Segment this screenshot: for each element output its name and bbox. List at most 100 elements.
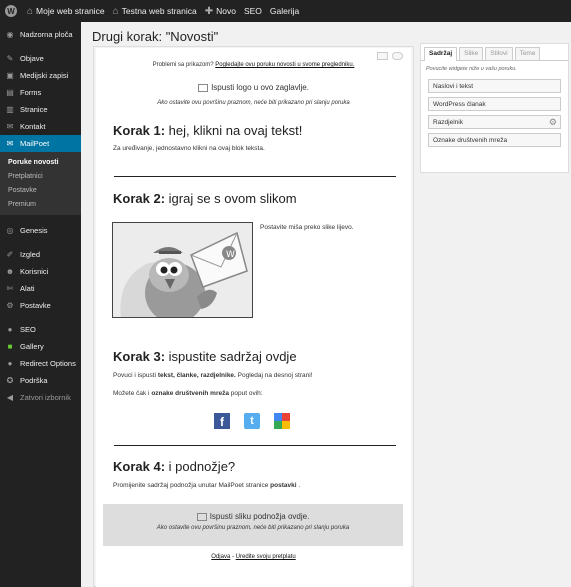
step3-body-bold: tekst, članke, razdjelnike. [157,372,236,379]
settings-icon: ⚙ [6,301,14,310]
unsubscribe-link[interactable]: Odjava [211,554,230,560]
svg-text:W: W [226,250,235,260]
header-problem-text: Problemi sa prikazom? [152,62,214,68]
submenu-subscribers[interactable]: Pretplatnici [0,169,81,183]
sidebar-item-genesis[interactable]: ◎ Genesis [0,222,81,239]
sidebar-item-label: Medijski zapisi [20,71,69,80]
tab-themes[interactable]: Teme [514,47,541,60]
manage-subscription-link[interactable]: Uredite svoju pretplatu [236,554,296,560]
support-icon: ✪ [6,376,14,385]
adminbar-my-sites[interactable]: ⌂ Moje web stranice [27,6,105,17]
tab-content[interactable]: Sadržaj [424,47,458,61]
sidebar-item-appearance[interactable]: ✐ Izgled [0,246,81,263]
adminbar-site[interactable]: ⌂ Testna web stranica [113,6,197,17]
image-icon [196,512,207,521]
submenu-settings[interactable]: Postavke [0,183,81,197]
step4-body-bold: postavki [270,482,297,489]
divider[interactable] [114,445,396,446]
sidebar-item-label: Genesis [20,226,48,235]
editor-toolbar [377,52,403,60]
adminbar-label: Novo [216,6,236,16]
plus-icon: ✚ [204,5,214,17]
widget-social-bookmarks[interactable]: Oznake društvenih mreža [428,133,561,147]
tab-images[interactable]: Slike [459,47,484,60]
step2-heading[interactable]: Korak 2: igraj se s ovom slikom [113,191,297,206]
pages-icon: ▥ [6,105,14,114]
adminbar-label: Testna web stranica [121,6,197,16]
view-in-browser-link[interactable]: Pogledajte ovu poruku novosti u svome pr… [215,62,354,68]
dashboard-icon: ◉ [6,30,14,39]
footer-drop-zone[interactable]: Ispusti sliku podnožja ovdje. Ako ostavi… [103,504,403,546]
twitter-icon[interactable]: t [244,413,260,429]
seo-icon: ● [7,325,13,334]
divider[interactable] [114,176,396,177]
sidebar-item-redirect[interactable]: ● Redirect Options [0,355,81,372]
step4-body[interactable]: Promijenite sadržaj podnožja unutar Mail… [113,482,300,489]
widget-divider[interactable]: Razdjelnik ⚙ [428,115,561,129]
sidebar-item-users[interactable]: ☻ Korisnici [0,263,81,280]
step3-number: Korak 3: [113,349,166,364]
widget-label: Naslovi i tekst [433,82,474,90]
widget-titles-text[interactable]: Naslovi i tekst [428,79,561,93]
adminbar-label: Moje web stranice [36,6,105,16]
widget-wordpress-post[interactable]: WordPress članak [428,97,561,111]
step3-body[interactable]: Povuci i ispusti tekst, članke, razdjeln… [113,372,312,379]
gallery-icon: ■ [7,342,13,351]
step4-body-post: . [298,482,301,489]
image-toggle-icon[interactable] [377,52,388,60]
sidebar-item-pages[interactable]: ▥ Stranice [0,101,81,118]
adminbar-gallery[interactable]: Galerija [270,6,299,16]
submenu-premium[interactable]: Premium [0,197,81,211]
adminbar-new[interactable]: ✚ Novo [205,6,236,17]
facebook-icon[interactable]: f [214,413,230,429]
step4-heading[interactable]: Korak 4: i podnožje? [113,459,235,474]
wordpress-logo-icon[interactable]: W [5,5,17,17]
footer-drop-label: Ispusti sliku podnožja ovdje. [209,512,310,521]
gear-icon[interactable]: ⚙ [549,117,557,128]
sidebar-item-contact[interactable]: ✉ Kontakt [0,118,81,135]
logo-drop-zone[interactable]: Ispusti logo u ovo zaglavlje. [96,83,411,92]
sidebar-item-label: Objave [20,54,44,63]
genesis-icon: ◎ [6,226,14,235]
step3-social-pre: Možete čak i [113,390,150,397]
home-icon: ⌂ [27,5,34,17]
sidebar-item-seo[interactable]: ● SEO [0,321,81,338]
users-icon: ☻ [5,267,15,276]
step1-heading[interactable]: Korak 1: hej, klikni na ovaj tekst! [113,123,302,138]
sidebar-item-gallery[interactable]: ■ Gallery [0,338,81,355]
sidebar-item-settings[interactable]: ⚙ Postavke [0,297,81,314]
adminbar-seo[interactable]: SEO [244,6,262,16]
sidebar-item-label: Nadzorna ploča [20,30,73,39]
sidebar-item-mailpoet[interactable]: ✉ MailPoet [0,135,81,152]
step2-body[interactable]: Postavite miša preko slike lijevo. [260,224,354,231]
step1-number: Korak 1: [113,123,166,138]
adminbar-label: SEO [243,6,262,16]
step3-heading[interactable]: Korak 3: ispustite sadržaj ovdje [113,349,297,364]
google-icon[interactable] [274,413,290,429]
sidebar-item-tools[interactable]: ✄ Alati [0,280,81,297]
sidebar-item-dashboard[interactable]: ◉ Nadzorna ploča [0,26,81,43]
panel-tabs: Sadržaj Slike Stilovi Teme [421,44,568,61]
step1-body[interactable]: Za uređivanje, jednostavno klikni na ova… [113,145,265,152]
admin-bar: W ⌂ Moje web stranice ⌂ Testna web stran… [0,0,571,22]
step4-number: Korak 4: [113,459,166,474]
mailpoet-submenu: Poruke novosti Pretplatnici Postavke Pre… [0,152,81,215]
sidebar-item-posts[interactable]: ✎ Objave [0,50,81,67]
sidebar-item-media[interactable]: ▣ Medijski zapisi [0,67,81,84]
sidebar-item-support[interactable]: ✪ Podrška [0,372,81,389]
sidebar-item-forms[interactable]: ▤ Forms [0,84,81,101]
toggle-icon[interactable] [392,52,403,60]
admin-sidebar: ◉ Nadzorna ploča ✎ Objave ▣ Medijski zap… [0,22,81,587]
submenu-newsletters[interactable]: Poruke novosti [0,155,81,169]
social-icons[interactable]: f t [214,413,290,429]
sidebar-item-label: Forms [20,88,42,97]
step3-social-text[interactable]: Možete čak i oznake društvenih mreža pop… [113,390,263,397]
step4-title: i podnožje? [168,459,236,474]
header-notice: Problemi sa prikazom? Pogledajte ovu por… [96,62,411,68]
sidebar-collapse[interactable]: ◀ Zatvori izbornik [0,389,81,406]
step3-title: ispustite sadržaj ovdje [168,349,297,364]
page-title: Drugi korak: "Novosti" [92,29,219,44]
tab-styles[interactable]: Stilovi [485,47,513,60]
sidebar-item-label: Alati [20,284,35,293]
bird-image[interactable]: W [112,222,253,318]
